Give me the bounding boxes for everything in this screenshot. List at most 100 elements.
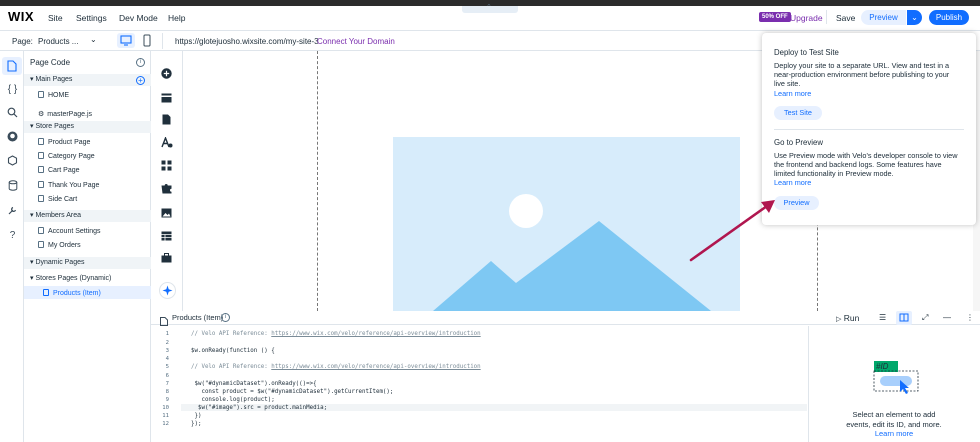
code-line[interactable]: }); [184,421,201,427]
section-store-pages[interactable]: ▾ Store Pages [24,121,151,133]
grid-icon [161,160,172,171]
code-link[interactable]: https://www.wix.com/velo/reference/api-o… [271,364,480,370]
go-to-preview-title: Go to Preview [774,138,823,147]
list-item-cart-page[interactable]: Cart Page [38,166,80,174]
more-options-icon[interactable]: ⋮ [966,313,974,322]
collapse-toolbar-handle[interactable]: ⌃ [462,4,518,13]
page-icon [38,91,44,98]
chevron-up-icon: ⌃ [486,4,492,11]
preview-description-2: the frontend and backend logs. Some feat… [774,160,942,169]
preview-description-1: Use Preview mode with Velo's developer c… [774,151,958,160]
code-line[interactable]: const product = $w("#dynamicDataset").ge… [184,389,393,395]
panel-icon [899,313,909,322]
section-main-pages[interactable]: ▾ Main Pages [24,74,151,86]
cms-button[interactable] [161,228,172,246]
briefcase-icon [161,253,172,263]
file-icon [7,60,17,72]
empty-state-text-2: events, edit its ID, and more. [846,420,942,429]
media-button[interactable] [161,205,172,223]
upgrade-link[interactable]: Upgrade [790,13,823,23]
puzzle-icon [161,184,172,194]
code-line[interactable]: console.log(product); [184,397,274,403]
database-icon [8,180,17,191]
info-icon[interactable]: i [136,58,145,67]
test-site-learn-more-link[interactable]: Learn more [774,89,811,98]
list-item-products-item[interactable]: Products (Item) [43,289,101,297]
typography-icon [161,136,173,148]
sparkle-icon [159,282,176,299]
group-stores-pages-dynamic[interactable]: ▾ Stores Pages (Dynamic) [30,274,111,282]
list-item-product-page[interactable]: Product Page [38,138,90,146]
line-number: 3 [165,348,169,354]
editor-tab-products-item[interactable]: Products (Item) [172,313,223,322]
info-icon[interactable]: i [221,313,230,322]
properties-panel-icon[interactable]: ☰ [879,313,886,322]
code-line[interactable]: $w("#dynamicDataset").onReady(()=>{ [184,381,316,387]
preview-button[interactable]: Preview [861,10,906,25]
business-apps-button[interactable] [161,181,172,199]
page-icon [38,227,44,234]
desktop-view-button[interactable] [117,33,135,48]
menu-help[interactable]: Help [168,13,185,23]
section-dynamic-pages[interactable]: ▾ Dynamic Pages [24,257,151,269]
page-code-tool[interactable] [2,57,22,75]
section-members-area[interactable]: ▾ Members Area [24,210,151,222]
list-item-side-cart[interactable]: Side Cart [38,195,77,203]
code-line[interactable]: $w.onReady(function () { [184,348,275,354]
learn-more-link[interactable]: Learn more [842,429,946,438]
code-line[interactable]: // Velo API Reference: https://www.wix.c… [184,331,481,337]
line-number: 9 [165,397,169,403]
test-site-description-1: Deploy your site to a separate URL. View… [774,61,950,70]
wix-logo[interactable]: WIX [8,9,34,24]
search-tool[interactable] [6,107,19,120]
ai-assistant-button[interactable] [159,282,176,304]
list-item-account-settings[interactable]: Account Settings [38,227,101,235]
github-tool[interactable] [6,131,19,144]
list-item-home[interactable]: HOME [38,91,69,99]
portfolio-button[interactable] [161,250,172,268]
code-line[interactable]: $w("#image").src = product.mainMedia; [184,405,327,411]
code-braces-icon[interactable]: { } [6,84,19,97]
test-site-description-2: near-production environment before publi… [774,70,950,79]
developer-tools-tool[interactable] [6,205,19,218]
events-panel-toggle[interactable] [896,311,912,325]
design-button[interactable] [161,135,173,153]
mobile-view-button[interactable] [142,34,152,52]
preview-learn-more-link[interactable]: Learn more [774,178,811,187]
add-element-button[interactable] [161,66,172,84]
minimize-icon[interactable]: — [943,313,951,322]
apps-button[interactable] [161,158,172,176]
help-question-icon[interactable]: ? [6,230,19,243]
code-line[interactable]: }) [184,413,201,419]
gridline-left [317,51,318,311]
expand-icon[interactable]: ⤢ [922,313,928,323]
divider [162,33,163,49]
page-icon [38,152,44,159]
list-item-my-orders[interactable]: My Orders [38,241,81,249]
page-icon [43,289,49,296]
menu-site[interactable]: Site [48,13,63,23]
list-item-masterpage[interactable]: ⚙ masterPage.js [38,110,92,118]
chevron-down-icon[interactable]: ⌄ [90,35,97,44]
save-button[interactable]: Save [836,13,855,23]
list-item-category-page[interactable]: Category Page [38,152,95,160]
connect-domain-link[interactable]: Connect Your Domain [317,37,395,46]
line-number: 6 [165,373,169,379]
menu-dev-mode[interactable]: Dev Mode [119,13,158,23]
database-tool[interactable] [6,180,19,193]
sections-button[interactable] [161,90,172,108]
packages-tool[interactable] [6,155,19,168]
menu-settings[interactable]: Settings [76,13,107,23]
page-selector[interactable]: Products ... [38,37,78,46]
run-button[interactable]: ▷ Run [836,313,859,323]
code-link[interactable]: https://www.wix.com/velo/reference/api-o… [271,331,480,337]
list-item-thank-you-page[interactable]: Thank You Page [38,181,99,189]
test-site-button[interactable]: Test Site [774,106,822,120]
publish-button[interactable]: Publish [929,10,969,25]
code-line[interactable]: // Velo API Reference: https://www.wix.c… [184,364,481,370]
page-icon [38,166,44,173]
pages-button[interactable] [162,112,171,130]
add-page-icon[interactable]: + [136,76,145,85]
line-number: 7 [165,381,169,387]
preview-dropdown-button[interactable]: ⌄ [907,10,922,25]
